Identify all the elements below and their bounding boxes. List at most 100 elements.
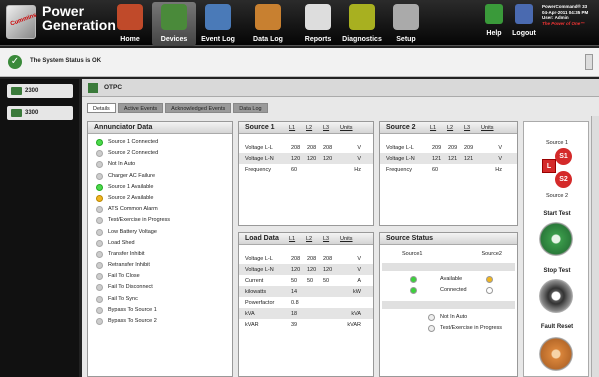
status-indicator-icon [96, 273, 103, 281]
device-list: 2300 3300 [0, 79, 79, 377]
source2-indicator-icon [486, 287, 493, 294]
annunciator-item: Transfer Inhibit [88, 249, 232, 260]
source1-indicator-icon [410, 276, 417, 283]
table-row: Voltage L-N 121 121 121 V [380, 153, 517, 164]
top-bar: Cummins Power Generation Home Devices Even… [0, 0, 599, 46]
status-indicator-icon [96, 228, 103, 236]
load-data-panel: Load Data L1 L2 L3 Units Voltage L-L 208 208 2… [238, 232, 374, 377]
fault-reset-button[interactable] [539, 337, 573, 371]
system-status-bar: ✓ The System Status is OK [0, 48, 599, 77]
setup-icon [393, 4, 419, 30]
home-icon [117, 4, 143, 30]
nav-home[interactable]: Home [108, 2, 152, 46]
cummins-logo-icon: Cummins [6, 5, 38, 39]
annunciator-item: Source 1 Connected [88, 137, 232, 148]
annunciator-item: Source 2 Connected [88, 148, 232, 159]
main-nav: Home Devices Event Log Data Log Reports Diagn… [108, 2, 428, 46]
device-title: OTPC [104, 84, 123, 91]
generator-icon [11, 87, 22, 95]
devices-icon [161, 4, 187, 30]
start-test-label: Start Test [543, 211, 571, 217]
source-status-extra-row: Test/Exercise in Progress [380, 323, 517, 334]
reports-icon [305, 4, 331, 30]
source2-panel: Source 2 L1 L2 L3 Units Voltage L-L 209 209 20… [379, 121, 518, 226]
source2-badge: S2 [555, 171, 572, 188]
tab-data-log[interactable]: Data Log [233, 103, 268, 113]
table-row: Voltage L-N 120 120 120 V [239, 264, 373, 275]
table-row: Voltage L-L 209 209 209 V [386, 144, 502, 151]
table-row: kVA 18 kVA [239, 308, 373, 319]
logout-button[interactable]: Logout [510, 4, 538, 42]
transfer-switch-icon [88, 83, 98, 93]
tab-active-events[interactable]: Active Events [117, 103, 164, 113]
start-test-button[interactable] [539, 222, 573, 256]
status-indicator-icon [428, 314, 435, 321]
stop-test-label: Stop Test [543, 268, 571, 274]
source-status-row: Available [380, 274, 517, 285]
status-indicator-icon [96, 183, 103, 191]
event-log-icon [205, 4, 231, 30]
table-row: Frequency 60 Hz [386, 166, 502, 173]
annunciator-item: Retransfer Inhibit [88, 260, 232, 271]
help-button[interactable]: Help [480, 4, 508, 42]
annunciator-item: Fail To Disconnect [88, 282, 232, 293]
nav-reports[interactable]: Reports [296, 2, 340, 46]
annunciator-item: Test/Exercise in Progress [88, 215, 232, 226]
table-row: kilowatts 14 kW [239, 286, 373, 297]
status-indicator-icon [96, 239, 103, 247]
annunciator-title: Annunciator Data [88, 122, 232, 134]
annunciator-item: Bypass To Source 1 [88, 305, 232, 316]
table-row: Voltage L-L 208 208 208 V [245, 144, 361, 151]
source2-indicator-icon [486, 276, 493, 283]
device-item-2300[interactable]: 2300 [7, 84, 73, 98]
annunciator-item: Not In Auto [88, 159, 232, 170]
annunciator-item: Charger AC Failure [88, 171, 232, 182]
status-indicator-icon [96, 295, 103, 303]
device-item-3300[interactable]: 3300 [7, 106, 73, 120]
nav-event-log[interactable]: Event Log [196, 2, 240, 46]
source2-label: Source 2 [545, 193, 568, 199]
tab-acknowledged-events[interactable]: Acknowledged Events [165, 103, 232, 113]
fault-reset-label: Fault Reset [540, 324, 574, 330]
diagnostics-icon [349, 4, 375, 30]
status-indicator-icon [96, 250, 103, 258]
annunciator-item: ATS Common Alarm [88, 204, 232, 215]
source1-indicator-icon [410, 287, 417, 294]
status-indicator-icon [96, 150, 103, 158]
nav-devices[interactable]: Devices [152, 2, 196, 46]
annunciator-item: Low Battery Voltage [88, 227, 232, 238]
table-row: kVAR 39 kVAR [245, 321, 361, 328]
user-info: PowerCommand® 33 04-Apr-2011 04:35 PM Us… [542, 4, 589, 26]
status-indicator-icon [96, 139, 103, 146]
annunciator-item: Source 1 Available [88, 182, 232, 193]
load-badge: L [542, 159, 556, 173]
nav-diagnostics[interactable]: Diagnostics [340, 2, 384, 46]
table-row: Voltage L-N 120 120 120 V [239, 153, 373, 164]
nav-data-log[interactable]: Data Log [246, 2, 290, 46]
control-panel: Source 1 S1 L S2 Source 2 Start Test Sto… [523, 121, 589, 377]
annunciator-item: Fail To Close [88, 271, 232, 282]
tab-details[interactable]: Details [87, 103, 116, 113]
help-icon [485, 4, 503, 24]
main-scrollbar[interactable] [591, 116, 599, 377]
status-indicator-icon [96, 161, 103, 169]
status-scrollbar[interactable] [585, 54, 593, 70]
source1-panel: Source 1 L1 L2 L3 Units Voltage L-L 208 208 20… [238, 121, 374, 226]
tab-bar: Details Active Events Acknowledged Events D… [87, 103, 270, 113]
source-status-panel: Source Status Source1 Source2 Available Co… [379, 232, 518, 377]
annunciator-panel: Annunciator Data Source 1 Connected Sourc… [87, 121, 233, 377]
table-row: Current 50 50 50 A [245, 277, 361, 284]
brand: Cummins Power Generation [6, 3, 116, 43]
device-header: OTPC [82, 79, 599, 97]
status-indicator-icon [96, 217, 103, 225]
nav-setup[interactable]: Setup [384, 2, 428, 46]
status-indicator-icon [96, 172, 103, 180]
data-log-icon [255, 4, 281, 30]
table-row: Frequency 60 Hz [245, 166, 361, 173]
annunciator-item: Source 2 Available [88, 193, 232, 204]
stop-test-button[interactable] [539, 279, 573, 313]
brand-line1: Power [42, 3, 85, 19]
annunciator-item: Fail To Sync [88, 294, 232, 305]
source1-label: Source 1 [545, 140, 568, 146]
status-indicator-icon [96, 262, 103, 270]
